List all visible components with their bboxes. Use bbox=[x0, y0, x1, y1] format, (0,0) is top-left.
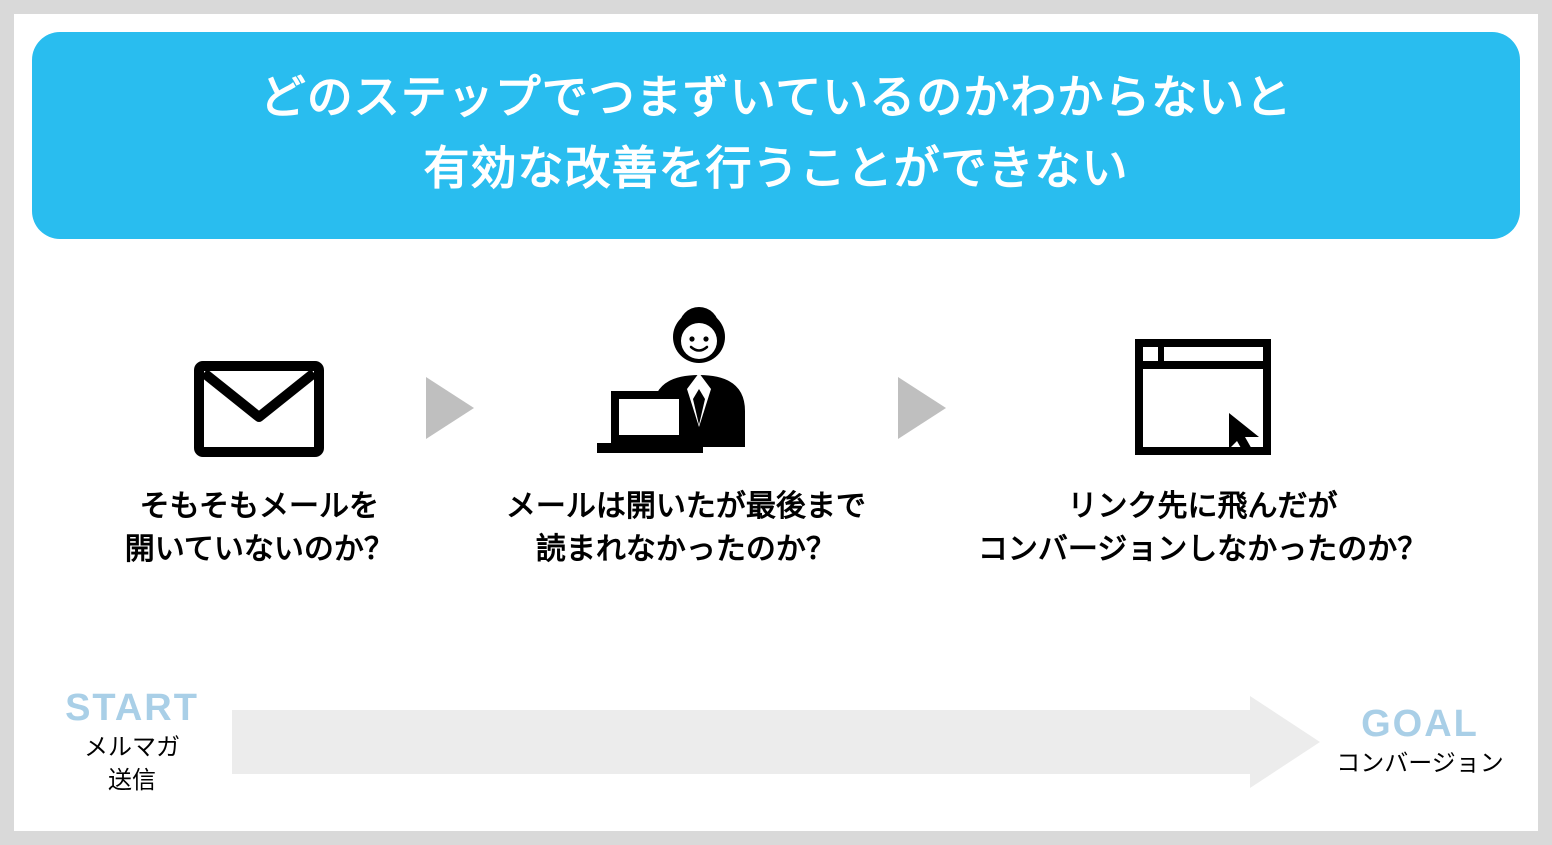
headline-line-1: どのステップでつまずいているのかわからないと bbox=[260, 71, 1293, 123]
steps-row: そもそもメールを 開いていないのか？ bbox=[32, 317, 1520, 572]
browser-cursor-icon bbox=[1133, 317, 1273, 457]
step-label: リンク先に飛んだが コンバージョンしなかったのか？ bbox=[978, 485, 1427, 572]
step-opened-not-read: メールは開いたが最後まで 読まれなかったのか？ bbox=[506, 317, 866, 572]
timeline-start: START メルマガ 送信 bbox=[42, 687, 222, 797]
step-label: そもそもメールを 開いていないのか？ bbox=[125, 485, 394, 572]
headline-banner: どのステップでつまずいているのかわからないと 有効な改善を行うことができない bbox=[32, 32, 1520, 239]
goal-sub: コンバージョン bbox=[1336, 748, 1504, 780]
chevron-right-icon bbox=[894, 373, 950, 443]
step-email-unopened: そもそもメールを 開いていないのか？ bbox=[125, 317, 394, 572]
diagram-card: どのステップでつまずいているのかわからないと 有効な改善を行うことができない そ… bbox=[14, 14, 1538, 831]
headline-line-2: 有効な改善を行うことができない bbox=[424, 142, 1129, 194]
step-clicked-no-conversion: リンク先に飛んだが コンバージョンしなかったのか？ bbox=[978, 317, 1427, 572]
timeline-goal: GOAL コンバージョン bbox=[1330, 703, 1510, 780]
timeline-arrow-icon bbox=[232, 696, 1320, 788]
step-label: メールは開いたが最後まで 読まれなかったのか？ bbox=[506, 485, 866, 572]
envelope-icon bbox=[194, 317, 324, 457]
diagram-canvas: どのステップでつまずいているのかわからないと 有効な改善を行うことができない そ… bbox=[0, 0, 1552, 845]
goal-tag: GOAL bbox=[1361, 703, 1479, 746]
start-sub: メルマガ 送信 bbox=[84, 732, 180, 797]
start-tag: START bbox=[65, 687, 199, 730]
timeline-row: START メルマガ 送信 GOAL コンバージョン bbox=[32, 687, 1520, 807]
chevron-right-icon bbox=[422, 373, 478, 443]
person-laptop-icon bbox=[591, 317, 781, 457]
